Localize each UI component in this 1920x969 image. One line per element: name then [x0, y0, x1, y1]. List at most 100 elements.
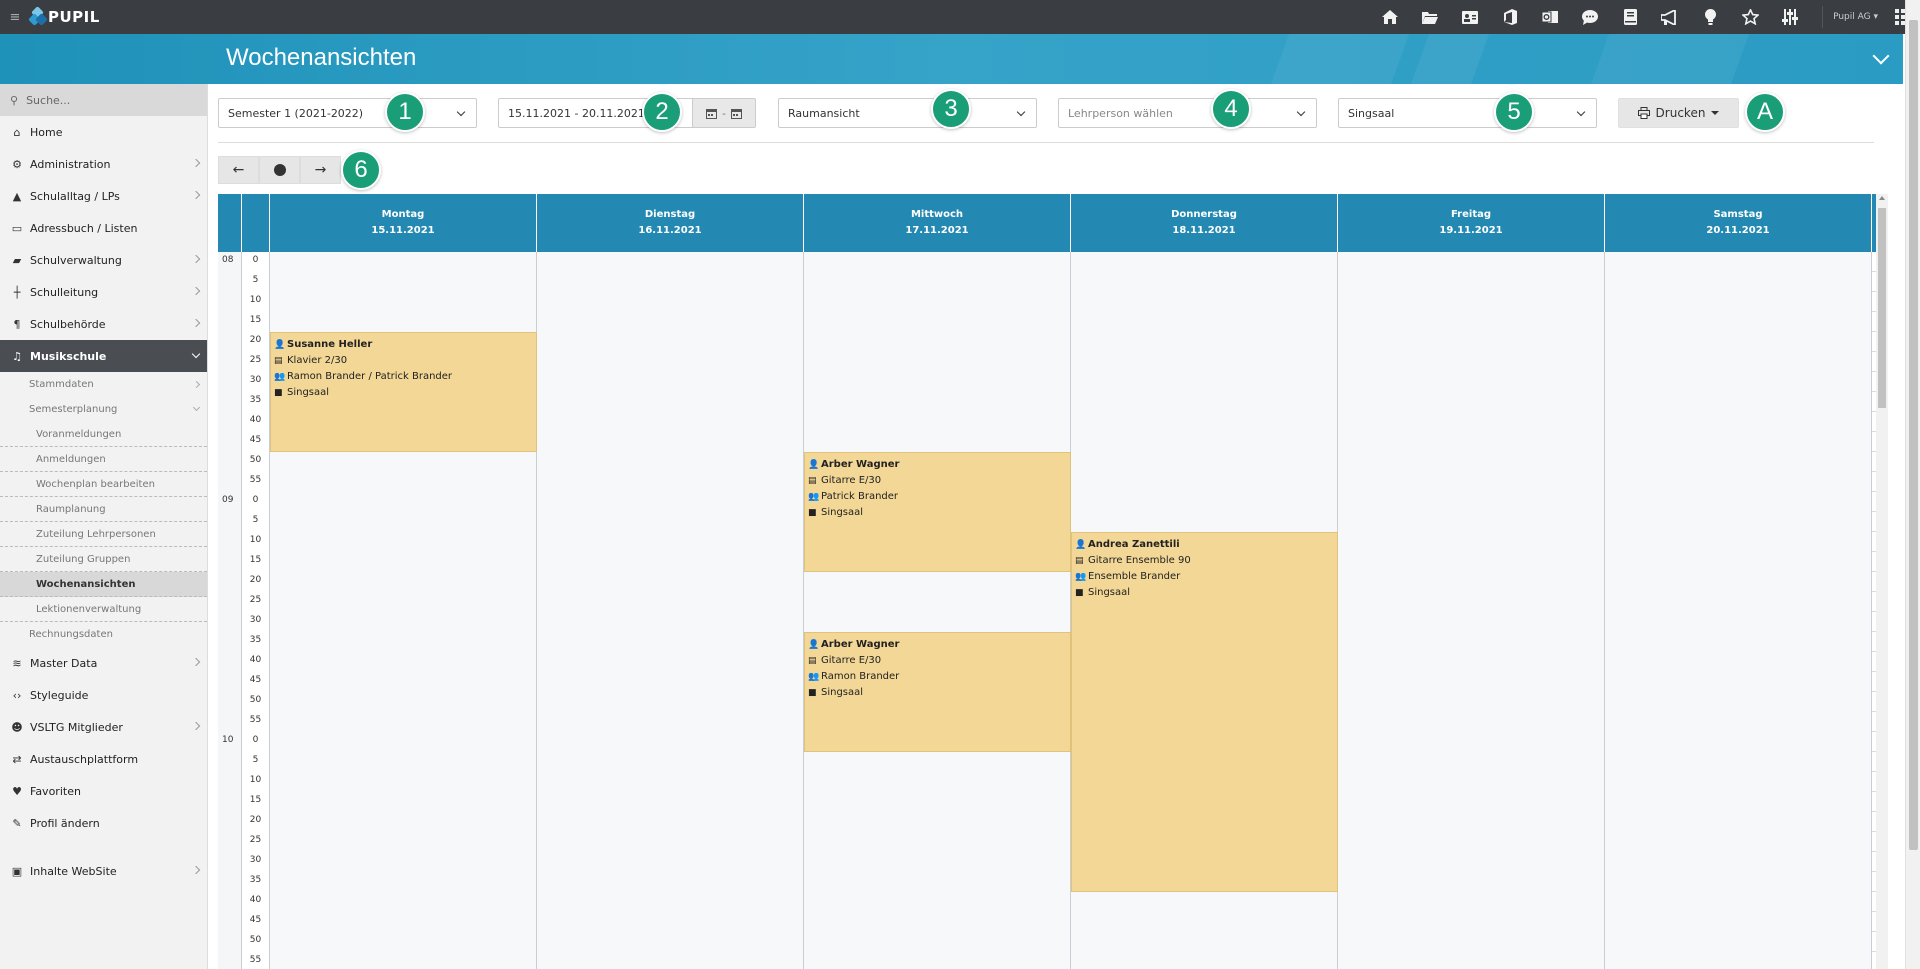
time-slot[interactable]: [1071, 412, 1338, 432]
previous-week-button[interactable]: ←: [218, 156, 259, 184]
time-slot[interactable]: [537, 552, 804, 572]
time-slot[interactable]: [1071, 512, 1338, 532]
time-slot[interactable]: [537, 712, 804, 732]
sidebar-item-inhalte-website[interactable]: ▣ Inhalte WebSite: [0, 855, 207, 887]
time-slot[interactable]: [270, 252, 537, 272]
page-scroll-thumb[interactable]: [1909, 20, 1918, 850]
time-slot[interactable]: [537, 292, 804, 312]
time-slot[interactable]: [1071, 932, 1338, 952]
megaphone-icon[interactable]: [1650, 0, 1690, 34]
time-slot[interactable]: [270, 792, 537, 812]
sidebar-item-schulalltag[interactable]: ▲ Schulalltag / LPs: [0, 180, 207, 212]
time-slot[interactable]: [804, 612, 1071, 632]
logo[interactable]: PUPIL: [28, 0, 100, 34]
time-slot[interactable]: [1338, 492, 1605, 512]
time-slot[interactable]: [1605, 552, 1872, 572]
time-slot[interactable]: [804, 412, 1071, 432]
sidebar-link-wochenansichten[interactable]: Wochenansichten: [0, 572, 207, 597]
time-slot[interactable]: [270, 612, 537, 632]
sidebar-link-raumplanung[interactable]: Raumplanung: [0, 497, 207, 522]
time-slot[interactable]: [537, 332, 804, 352]
sidebar-item-austauschplattform[interactable]: ⇄ Austauschplattform: [0, 743, 207, 775]
time-slot[interactable]: [804, 872, 1071, 892]
sidebar-item-master-data[interactable]: ≋ Master Data: [0, 647, 207, 679]
time-slot[interactable]: [537, 312, 804, 332]
time-slot[interactable]: [1338, 512, 1605, 532]
time-slot[interactable]: [537, 512, 804, 532]
time-slot[interactable]: [804, 292, 1071, 312]
time-slot[interactable]: [1605, 252, 1872, 272]
time-slot[interactable]: [804, 592, 1071, 612]
sidebar-item-adressbuch[interactable]: ▭ Adressbuch / Listen: [0, 212, 207, 244]
time-slot[interactable]: [1605, 392, 1872, 412]
time-slot[interactable]: [270, 672, 537, 692]
time-slot[interactable]: [537, 832, 804, 852]
time-slot[interactable]: [1605, 532, 1872, 552]
time-slot[interactable]: [537, 492, 804, 512]
time-slot[interactable]: [804, 252, 1071, 272]
time-slot[interactable]: [804, 752, 1071, 772]
time-slot[interactable]: [1338, 952, 1605, 969]
time-slot[interactable]: [1338, 392, 1605, 412]
time-slot[interactable]: [1605, 812, 1872, 832]
time-slot[interactable]: [804, 332, 1071, 352]
time-slot[interactable]: [270, 632, 537, 652]
time-slot[interactable]: [1338, 532, 1605, 552]
time-slot[interactable]: [270, 312, 537, 332]
time-slot[interactable]: [537, 272, 804, 292]
book-icon[interactable]: [1610, 0, 1650, 34]
sidebar-item-schulverwaltung[interactable]: ▰ Schulverwaltung: [0, 244, 207, 276]
time-slot[interactable]: [1338, 892, 1605, 912]
time-slot[interactable]: [804, 952, 1071, 969]
time-slot[interactable]: [1338, 332, 1605, 352]
sidebar-link-zuteilung-lehrpersonen[interactable]: Zuteilung Lehrpersonen: [0, 522, 207, 547]
time-slot[interactable]: [270, 572, 537, 592]
time-slot[interactable]: [1071, 332, 1338, 352]
time-slot[interactable]: [1605, 612, 1872, 632]
lesson-event[interactable]: 👤 Andrea Zanettili ▤ Gitarre Ensemble 90 👥 En…: [1071, 532, 1338, 892]
semester-select[interactable]: Semester 1 (2021-2022): [218, 98, 477, 128]
current-week-button[interactable]: [259, 156, 300, 184]
scroll-up-icon[interactable]: [1879, 196, 1885, 200]
time-slot[interactable]: [270, 652, 537, 672]
time-slot[interactable]: [1338, 432, 1605, 452]
time-slot[interactable]: [270, 932, 537, 952]
time-slot[interactable]: [270, 692, 537, 712]
time-slot[interactable]: [537, 392, 804, 412]
time-slot[interactable]: [270, 872, 537, 892]
time-slot[interactable]: [1605, 332, 1872, 352]
time-slot[interactable]: [270, 832, 537, 852]
lesson-event[interactable]: 👤 Susanne Heller ▤ Klavier 2/30 👥 Ramon Brand…: [270, 332, 537, 452]
time-slot[interactable]: [537, 612, 804, 632]
time-slot[interactable]: [1338, 352, 1605, 372]
sidebar-link-lektionenverwaltung[interactable]: Lektionenverwaltung: [0, 597, 207, 622]
sidebar-link-voranmeldungen[interactable]: Voranmeldungen: [0, 422, 207, 447]
sidebar-item-schulbehoerde[interactable]: ¶ Schulbehörde: [0, 308, 207, 340]
time-slot[interactable]: [270, 552, 537, 572]
user-menu[interactable]: Pupil AG ▾: [1822, 6, 1878, 28]
time-slot[interactable]: [537, 892, 804, 912]
time-slot[interactable]: [1338, 752, 1605, 772]
time-slot[interactable]: [537, 252, 804, 272]
time-slot[interactable]: [1071, 292, 1338, 312]
time-slot[interactable]: [1071, 372, 1338, 392]
time-slot[interactable]: [1338, 412, 1605, 432]
sidebar-item-profil[interactable]: ✎ Profil ändern: [0, 807, 207, 839]
home-icon[interactable]: [1370, 0, 1410, 34]
sidebar-sub-rechnungsdaten[interactable]: Rechnungsdaten: [0, 622, 207, 647]
sliders-icon[interactable]: [1770, 0, 1810, 34]
time-slot[interactable]: [537, 732, 804, 752]
time-slot[interactable]: [1605, 752, 1872, 772]
time-slot[interactable]: [270, 732, 537, 752]
time-slot[interactable]: [1605, 492, 1872, 512]
time-slot[interactable]: [804, 832, 1071, 852]
print-button[interactable]: Drucken: [1618, 98, 1739, 128]
time-slot[interactable]: [804, 312, 1071, 332]
star-icon[interactable]: [1730, 0, 1770, 34]
search-input[interactable]: ⚲ Suche...: [0, 84, 207, 116]
time-slot[interactable]: [1338, 872, 1605, 892]
time-slot[interactable]: [1071, 892, 1338, 912]
teacher-select[interactable]: Lehrperson wählen: [1058, 98, 1317, 128]
time-slot[interactable]: [1338, 572, 1605, 592]
sidebar-sub-semesterplanung[interactable]: Semesterplanung: [0, 397, 207, 422]
